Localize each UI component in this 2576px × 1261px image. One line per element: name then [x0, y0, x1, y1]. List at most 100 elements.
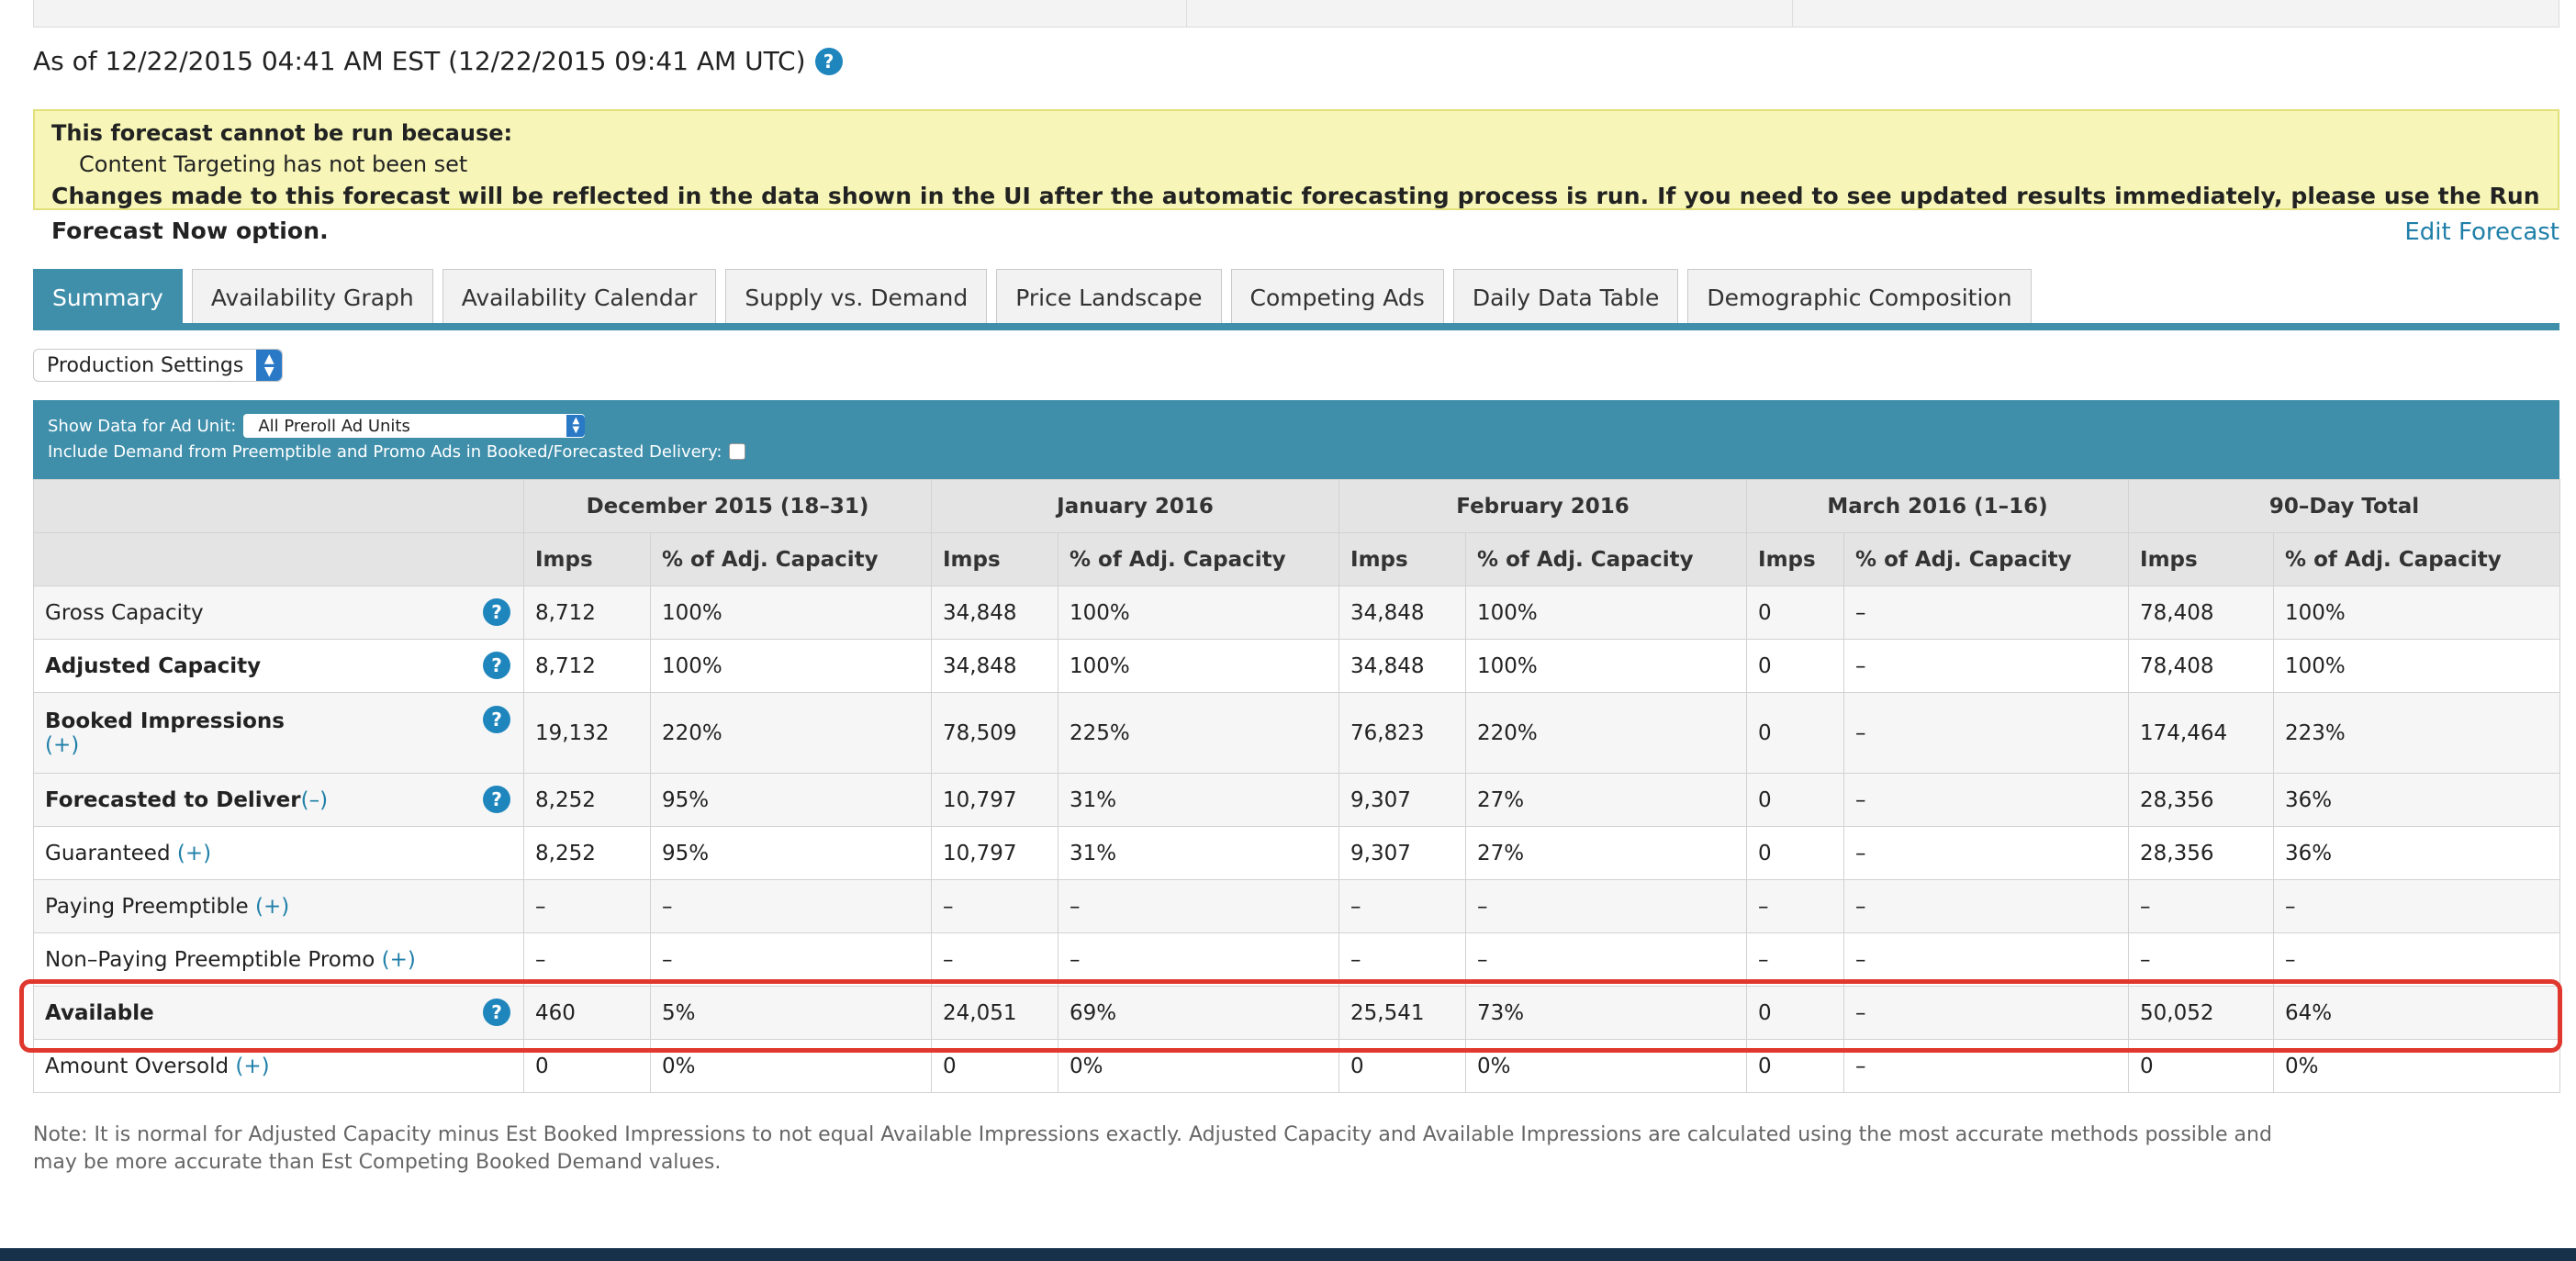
table-row: Gross Capacity? 8,712 100% 34,848 100% 34,848… — [33, 586, 2561, 640]
row-label-cell: Booked Impressions (+)? — [33, 692, 524, 774]
include-demand-checkbox[interactable] — [729, 443, 746, 460]
pct-cell: 0% — [650, 1039, 932, 1093]
imps-cell: 34,848 — [1338, 639, 1467, 693]
pct-cell: 69% — [1057, 986, 1340, 1040]
tab-daily-data-table[interactable]: Daily Data Table — [1452, 269, 1679, 326]
help-icon[interactable]: ? — [483, 999, 510, 1026]
settings-select[interactable]: Production Settings ▲ ▼ — [33, 349, 284, 382]
pct-cell: 225% — [1057, 692, 1340, 774]
table-row: Booked Impressions (+)? 19,132 220% 78,509 22… — [33, 692, 2561, 774]
expand-toggle[interactable]: (+) — [255, 895, 289, 919]
row-label-cell: Available? — [33, 986, 524, 1040]
imps-cell: 0 — [1746, 986, 1845, 1040]
expand-toggle[interactable]: (+) — [235, 1055, 269, 1078]
pct-cell: 73% — [1465, 986, 1748, 1040]
period-header-row: December 2015 (18–31) January 2016 Febru… — [33, 479, 2561, 533]
pct-header: % of Adj. Capacity — [650, 532, 932, 586]
pct-cell: 100% — [2273, 586, 2561, 640]
pct-cell: 100% — [650, 639, 932, 693]
row-label-cell: Forecasted to Deliver(–)? — [33, 773, 524, 827]
imps-cell: 76,823 — [1338, 692, 1467, 774]
divider — [1792, 0, 1793, 27]
imps-cell: 0 — [1746, 1039, 1845, 1093]
tab-availability-graph[interactable]: Availability Graph — [191, 269, 433, 326]
imps-cell: 460 — [523, 986, 651, 1040]
imps-header: Imps — [931, 532, 1058, 586]
row-label-cell: Adjusted Capacity? — [33, 639, 524, 693]
imps-cell: 0 — [1746, 639, 1845, 693]
imps-cell: 0 — [523, 1039, 651, 1093]
imps-header: Imps — [1338, 532, 1467, 586]
pct-cell: – — [1057, 932, 1340, 987]
imps-cell: 78,509 — [931, 692, 1058, 774]
expand-toggle[interactable]: (+) — [382, 948, 416, 972]
period-header: March 2016 (1–16) — [1746, 479, 2130, 533]
row-label-cell: Guaranteed (+) — [33, 826, 524, 880]
pct-cell: – — [1057, 879, 1340, 933]
row-label-cell: Gross Capacity? — [33, 586, 524, 640]
imps-cell: – — [2128, 932, 2275, 987]
tab-competing-ads[interactable]: Competing Ads — [1230, 269, 1444, 326]
warning-title: This forecast cannot be run because: — [51, 120, 513, 146]
row-label: Amount Oversold — [45, 1054, 230, 1078]
pct-cell: 100% — [650, 586, 932, 640]
table-body: Gross Capacity? 8,712 100% 34,848 100% 34,848… — [33, 586, 2561, 1093]
pct-cell: 220% — [1465, 692, 1748, 774]
pct-cell: – — [1843, 879, 2130, 933]
pct-cell: 100% — [1057, 586, 1340, 640]
pct-cell: – — [1843, 1039, 2130, 1093]
pct-cell: 31% — [1057, 773, 1340, 827]
help-icon[interactable]: ? — [483, 786, 510, 813]
pct-header: % of Adj. Capacity — [1843, 532, 2130, 586]
help-icon[interactable]: ? — [483, 652, 510, 679]
imps-header: Imps — [2128, 532, 2275, 586]
help-icon[interactable]: ? — [814, 47, 843, 75]
help-icon[interactable]: ? — [483, 706, 510, 733]
pct-cell: 5% — [650, 986, 932, 1040]
imps-cell: – — [1746, 932, 1845, 987]
period-header: December 2015 (18–31) — [523, 479, 932, 533]
pct-cell: 95% — [650, 826, 932, 880]
row-label: Forecasted to Deliver — [45, 787, 301, 812]
tab-availability-calendar[interactable]: Availability Calendar — [442, 269, 717, 326]
imps-header: Imps — [523, 532, 651, 586]
pct-header: % of Adj. Capacity — [1057, 532, 1340, 586]
tab-supply-vs-demand[interactable]: Supply vs. Demand — [725, 269, 988, 326]
ad-unit-select[interactable]: All Preroll Ad Units ▲ ▼ — [243, 414, 586, 438]
imps-header: Imps — [1746, 532, 1845, 586]
row-label-cell: Paying Preemptible (+) — [33, 879, 524, 933]
help-icon[interactable]: ? — [483, 598, 510, 626]
tab-summary[interactable]: Summary — [33, 269, 183, 326]
imps-cell: – — [1338, 879, 1467, 933]
imps-cell: – — [523, 879, 651, 933]
tab-price-landscape[interactable]: Price Landscape — [996, 269, 1222, 326]
imps-cell: – — [523, 932, 651, 987]
expand-toggle[interactable]: (+) — [45, 733, 79, 757]
pct-cell: 0% — [1465, 1039, 1748, 1093]
expand-toggle[interactable]: (+) — [177, 842, 211, 865]
tab-demographic-composition[interactable]: Demographic Composition — [1687, 269, 2032, 326]
warning-reason: Content Targeting has not been set — [79, 151, 468, 177]
imps-cell: 9,307 — [1338, 826, 1467, 880]
table-row: Guaranteed (+) 8,252 95% 10,797 31% 9,307 27% 0… — [33, 826, 2561, 880]
table-row: Available? 460 5% 24,051 69% 25,541 73% 0–50,05… — [33, 986, 2561, 1040]
pct-cell: 27% — [1465, 826, 1748, 880]
select-arrows-icon: ▲ ▼ — [566, 415, 586, 437]
pct-cell: 0% — [1057, 1039, 1340, 1093]
imps-cell: 78,408 — [2128, 586, 2275, 640]
imps-cell: 10,797 — [931, 773, 1058, 827]
pct-cell: 27% — [1465, 773, 1748, 827]
forecast-tabs: Summary Availability Graph Availability … — [33, 269, 2032, 326]
imps-cell: 78,408 — [2128, 639, 2275, 693]
expand-toggle[interactable]: (–) — [301, 788, 328, 812]
pct-cell: 36% — [2273, 773, 2561, 827]
as-of-text: As of 12/22/2015 04:41 AM EST (12/22/201… — [33, 46, 806, 76]
pct-cell: 100% — [1465, 586, 1748, 640]
imps-cell: 28,356 — [2128, 773, 2275, 827]
imps-cell: 24,051 — [931, 986, 1058, 1040]
edit-forecast-link[interactable]: Edit Forecast — [2404, 218, 2559, 246]
pct-cell: 223% — [2273, 692, 2561, 774]
pct-cell: – — [1465, 879, 1748, 933]
period-header: 90–Day Total — [2128, 479, 2561, 533]
tab-underline — [33, 323, 2559, 330]
